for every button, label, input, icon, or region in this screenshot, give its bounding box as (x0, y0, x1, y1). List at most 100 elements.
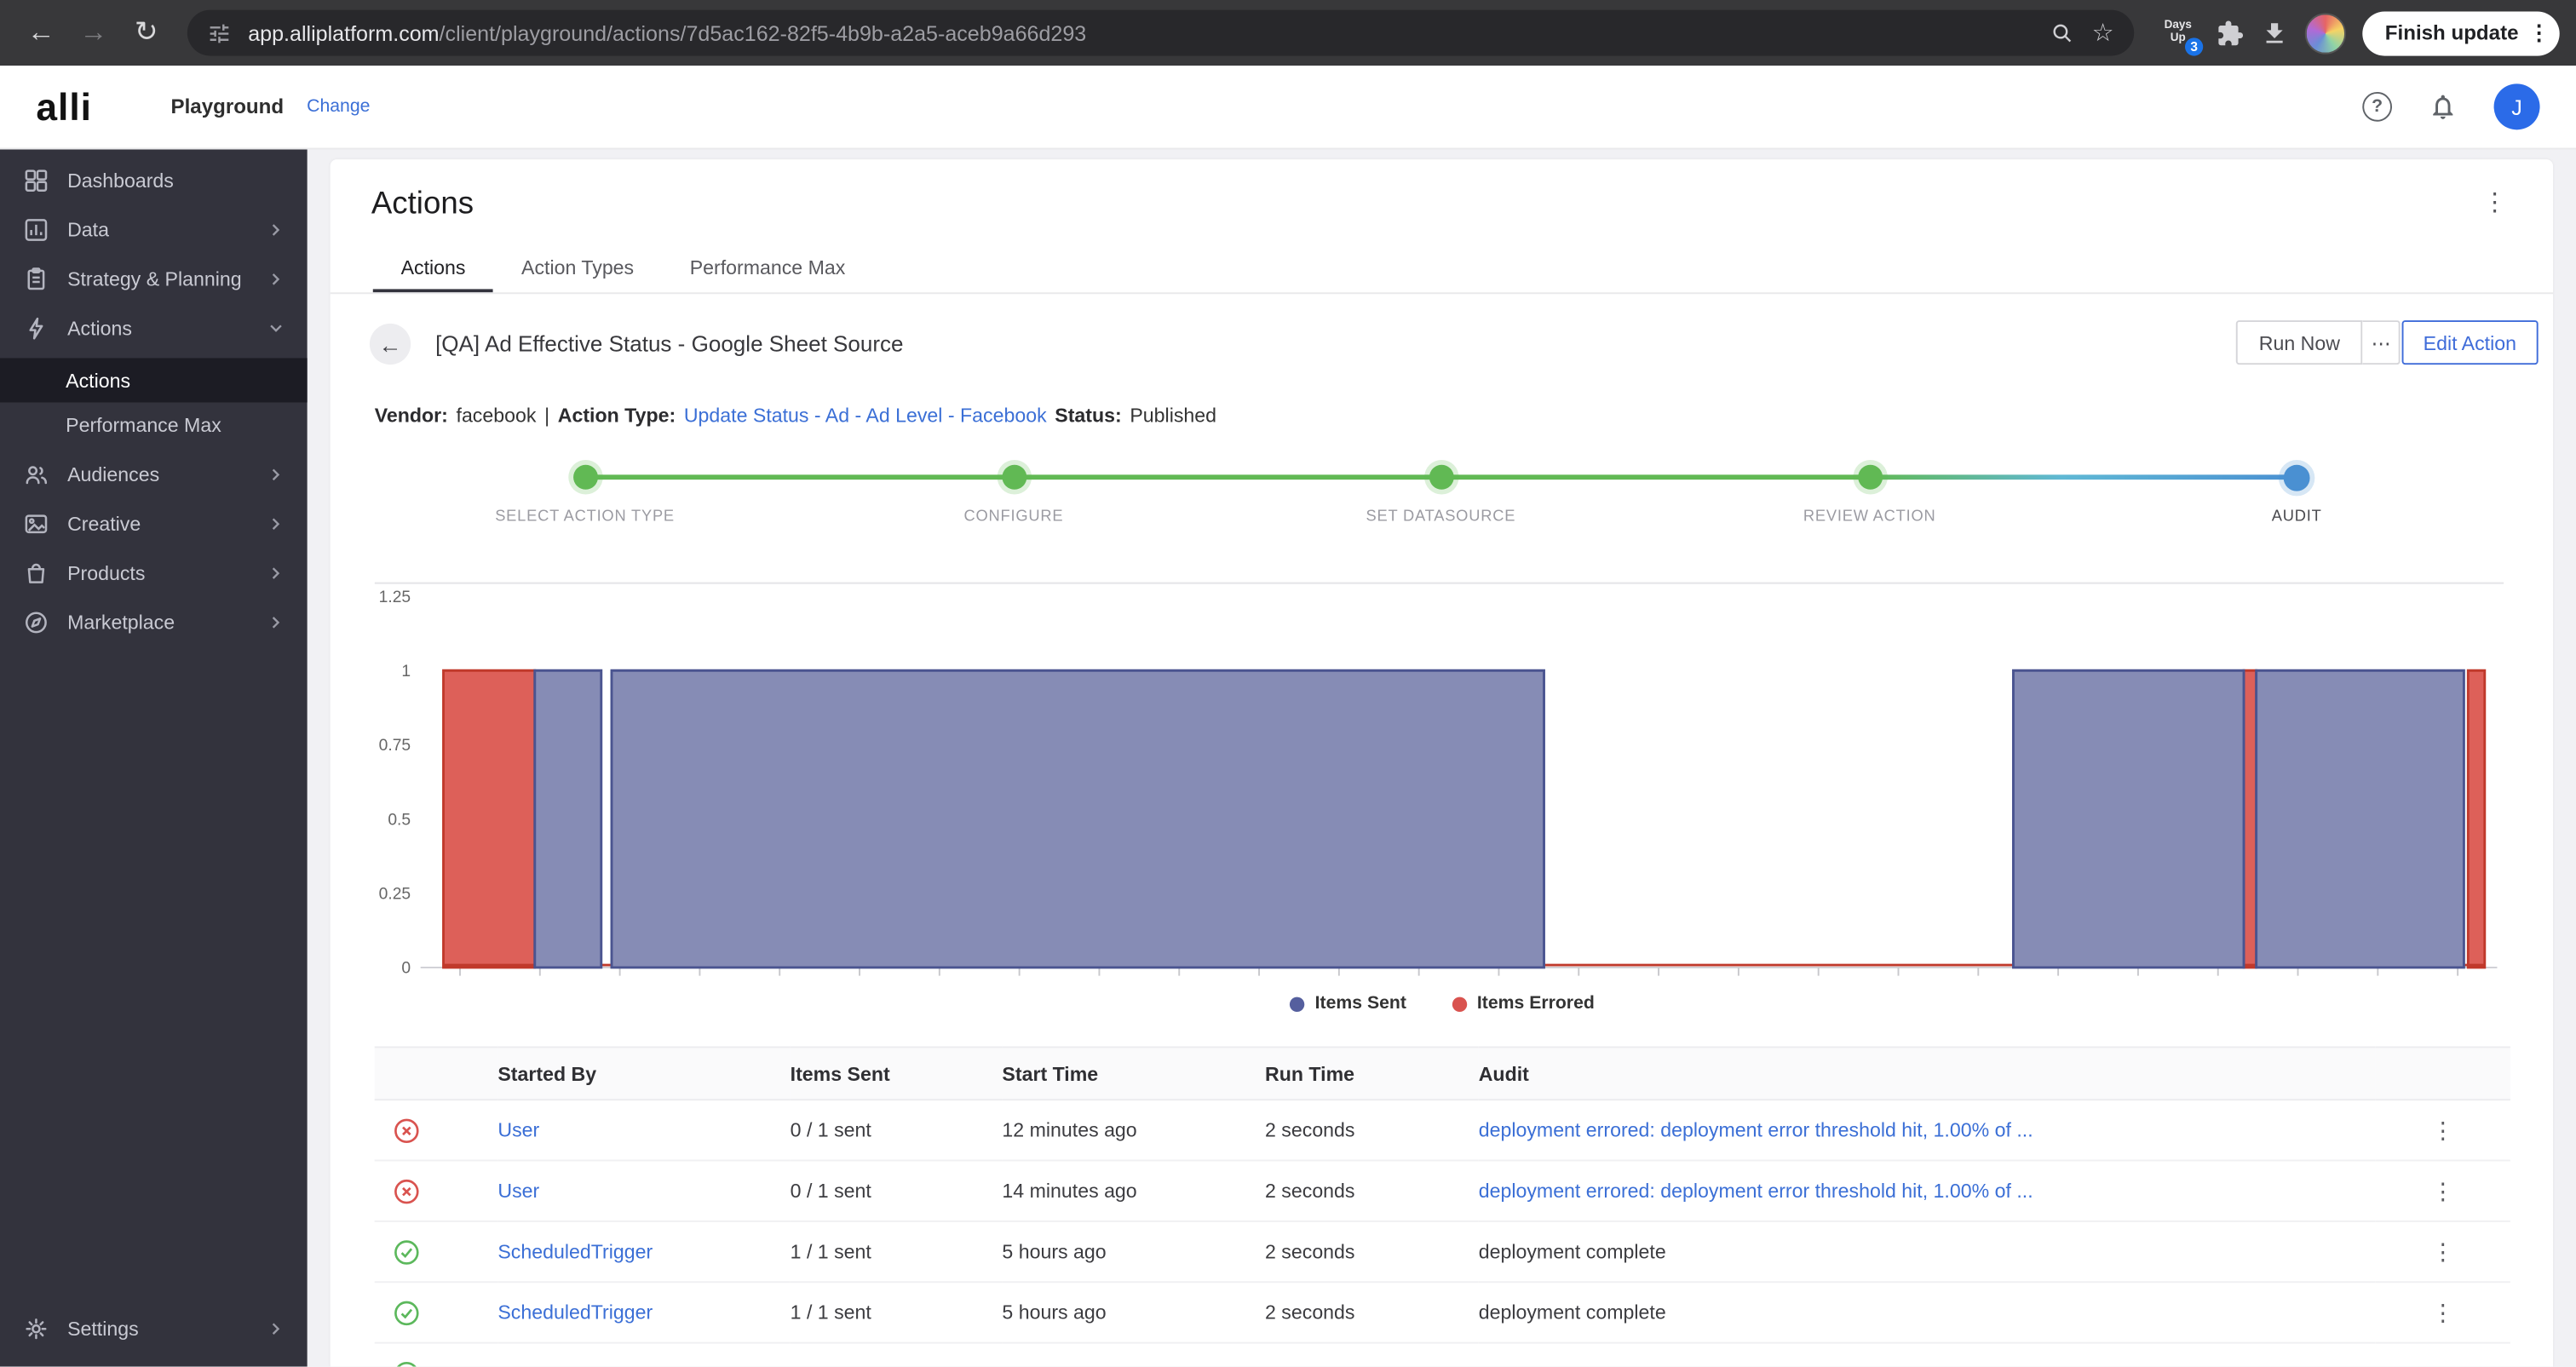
toolbar-right: Days Up 3 Finish update ⋮ (2157, 11, 2560, 55)
table-row: ScheduledTrigger 1 / 1 sent 5 hours ago … (375, 1221, 2510, 1282)
sidebar-subitem-actions[interactable]: Actions (0, 358, 308, 402)
browser-menu-icon[interactable]: ⋮ (2528, 20, 2550, 46)
lightning-icon (23, 315, 49, 342)
extension-badge-count: 3 (2186, 37, 2203, 55)
action-title: [QA] Ad Effective Status - Google Sheet … (435, 332, 903, 357)
success-status-icon (393, 1238, 421, 1266)
alli-logo[interactable]: alli (36, 84, 92, 129)
sidebar-item-strategy-planning[interactable]: Strategy & Planning (0, 255, 308, 304)
zoom-icon[interactable] (2050, 20, 2075, 45)
tab-performance-max[interactable]: Performance Max (662, 246, 873, 292)
column-header-items-sent: Items Sent (791, 1047, 1003, 1100)
extensions-puzzle-icon[interactable] (2216, 19, 2244, 47)
chevron-right-icon (264, 218, 287, 241)
change-workspace-link[interactable]: Change (307, 97, 370, 117)
stepper-line-done (585, 474, 1870, 480)
extension-label-2: Up (2171, 33, 2186, 46)
days-extension-icon[interactable]: Days Up 3 (2157, 11, 2199, 54)
finish-update-label: Finish update (2385, 21, 2519, 44)
sidebar-item-data[interactable]: Data (0, 205, 308, 255)
browser-profile-avatar[interactable] (2304, 12, 2345, 53)
column-header-start-time: Start Time (1002, 1047, 1265, 1100)
success-status-icon (393, 1359, 421, 1367)
started-by-link[interactable]: ScheduledTrigger (497, 1301, 653, 1324)
legend-items-errored[interactable]: Items Errored (1452, 994, 1595, 1014)
table-row: ScheduledTrigger 1 / 1 sent 5 hours ago … (375, 1282, 2510, 1342)
column-header-started-by: Started By (497, 1047, 790, 1100)
chevron-right-icon (264, 611, 287, 634)
step-review-action[interactable] (1857, 465, 1882, 490)
action-type-label: Action Type: (558, 404, 676, 427)
chevron-down-icon (264, 317, 287, 340)
step-set-datasource[interactable] (1429, 465, 1453, 490)
finish-update-button[interactable]: Finish update ⋮ (2362, 11, 2560, 55)
run-time-cell: 2 seconds (1265, 1100, 1479, 1160)
run-history-chart: 00.250.50.7511.25 (375, 570, 2510, 984)
back-button[interactable]: ← (16, 9, 66, 58)
started-by-link[interactable]: User (497, 1180, 539, 1203)
browser-window: ← → ↻ app.alliplatform.com/client/playgr… (0, 0, 2576, 1367)
sidebar-item-dashboards[interactable]: Dashboards (0, 156, 308, 205)
audit-link[interactable]: deployment errored: deployment error thr… (1479, 1180, 2033, 1203)
row-menu-button[interactable]: ⋮ (2376, 1238, 2510, 1266)
sidebar-item-products[interactable]: Products (0, 549, 308, 598)
main-content: Actions ⋮ Actions Action Types Performan… (308, 149, 2576, 1366)
sidebar-item-marketplace[interactable]: Marketplace (0, 598, 308, 647)
omnibox[interactable]: app.alliplatform.com/client/playground/a… (187, 10, 2134, 56)
action-meta: Vendor: facebook | Action Type: Update S… (375, 404, 1216, 427)
table-header-row: Started By Items Sent Start Time Run Tim… (375, 1047, 2510, 1100)
run-now-button[interactable]: Run Now (2236, 320, 2363, 365)
compass-icon (23, 609, 49, 635)
refresh-button[interactable]: ↻ (122, 9, 171, 58)
chart-legend: Items Sent Items Errored (375, 994, 2510, 1014)
tab-bar: Actions Action Types Performance Max (373, 246, 873, 292)
sidebar-item-audiences[interactable]: Audiences (0, 450, 308, 499)
sidebar-item-creative[interactable]: Creative (0, 499, 308, 549)
run-now-more-button[interactable]: ⋯ (2363, 320, 2401, 365)
user-avatar[interactable]: J (2494, 83, 2540, 129)
bookmark-star-icon[interactable]: ☆ (2092, 18, 2114, 48)
row-menu-button[interactable]: ⋮ (2376, 1299, 2510, 1327)
started-by-link[interactable]: User (497, 1118, 539, 1141)
step-label: REVIEW ACTION (1803, 508, 1936, 526)
step-audit[interactable] (2284, 464, 2310, 491)
actions-submenu: Actions Performance Max (0, 353, 308, 451)
row-menu-button[interactable]: ⋮ (2376, 1116, 2510, 1144)
audit-link[interactable]: deployment errored: deployment error thr… (1479, 1118, 2033, 1141)
step-label: CONFIGURE (963, 508, 1063, 526)
sidebar-subitem-performance-max[interactable]: Performance Max (0, 402, 308, 446)
sidebar-item-label: Products (67, 562, 145, 585)
app-header: alli Playground Change ? J (0, 66, 2576, 149)
downloads-icon[interactable] (2260, 19, 2288, 47)
image-icon (23, 511, 49, 537)
meta-divider: | (544, 404, 549, 427)
sidebar-item-label: Actions (67, 317, 132, 340)
table-row-partial (375, 1343, 2510, 1367)
help-button[interactable]: ? (2362, 92, 2392, 122)
tabs-divider (331, 292, 2553, 294)
sidebar-item-actions[interactable]: Actions (0, 304, 308, 353)
site-info-icon[interactable] (207, 20, 232, 45)
step-configure[interactable] (1001, 465, 1026, 490)
started-by-link[interactable]: ScheduledTrigger (497, 1240, 653, 1263)
row-menu-button[interactable]: ⋮ (2376, 1177, 2510, 1205)
detail-back-button[interactable]: ← (370, 324, 411, 365)
tab-actions[interactable]: Actions (373, 246, 493, 292)
forward-button[interactable]: → (69, 9, 118, 58)
step-select-action-type[interactable] (572, 465, 597, 490)
legend-items-sent[interactable]: Items Sent (1291, 994, 1406, 1014)
runs-table: Started By Items Sent Start Time Run Tim… (375, 1046, 2510, 1366)
tab-action-types[interactable]: Action Types (493, 246, 662, 292)
run-time-cell: 2 seconds (1265, 1282, 1479, 1342)
action-type-link[interactable]: Update Status - Ad - Ad Level - Facebook (684, 404, 1047, 427)
edit-action-button[interactable]: Edit Action (2402, 320, 2538, 365)
notifications-bell-icon[interactable] (2428, 92, 2458, 122)
actions-card: Actions ⋮ Actions Action Types Performan… (331, 159, 2553, 1366)
chevron-right-icon (264, 1318, 287, 1341)
browser-chrome: ← → ↻ app.alliplatform.com/client/playgr… (0, 0, 2576, 66)
step-label: SELECT ACTION TYPE (495, 508, 675, 526)
svg-text:1.25: 1.25 (379, 589, 411, 606)
page-menu-button[interactable]: ⋮ (2482, 187, 2507, 217)
svg-text:0: 0 (401, 960, 411, 978)
sidebar-item-settings[interactable]: Settings (0, 1304, 308, 1353)
